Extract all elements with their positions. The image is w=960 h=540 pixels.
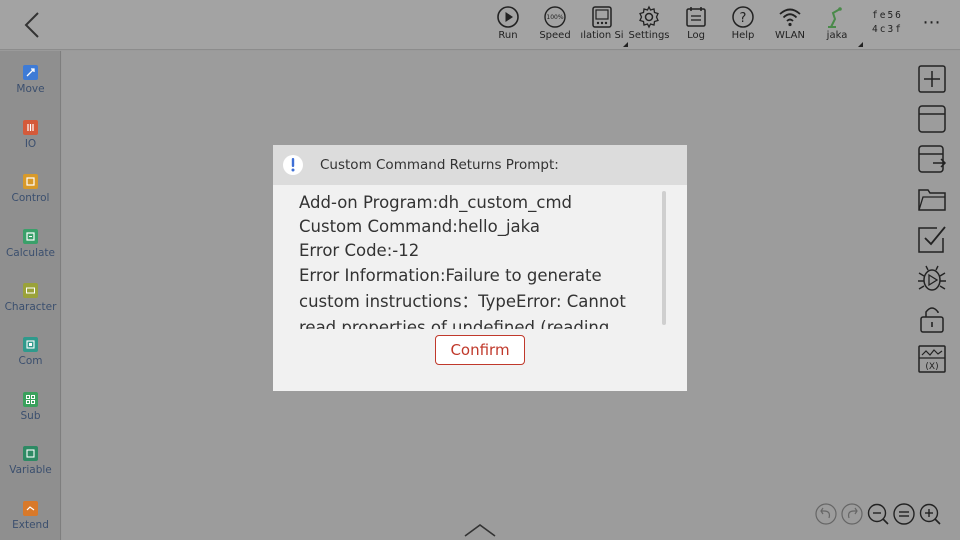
sidebar-item-character[interactable]: Character bbox=[0, 283, 61, 333]
log-icon bbox=[686, 7, 706, 27]
dialog-scrollbar[interactable] bbox=[662, 191, 666, 325]
redo-icon bbox=[841, 503, 863, 525]
svg-text:?: ? bbox=[740, 11, 747, 26]
dropdown-indicator-icon bbox=[858, 42, 863, 47]
message-line: Error Code:-12 bbox=[299, 241, 420, 260]
play-icon bbox=[497, 6, 519, 28]
sidebar-item-label: Move bbox=[16, 83, 45, 95]
lock-button[interactable] bbox=[917, 304, 947, 334]
bug-icon bbox=[918, 265, 946, 291]
custom-command-dialog: Custom Command Returns Prompt: Add-on Pr… bbox=[273, 145, 687, 391]
sidebar-item-io[interactable]: IO bbox=[0, 120, 61, 170]
zoom-reset-button[interactable] bbox=[893, 503, 915, 525]
redo-button[interactable] bbox=[841, 503, 863, 525]
sidebar-item-extend[interactable]: Extend bbox=[0, 501, 61, 540]
gear-icon bbox=[639, 5, 659, 29]
sidebar-item-control[interactable]: Control bbox=[0, 174, 61, 224]
save-as-icon bbox=[918, 145, 947, 173]
dialog-message: Add-on Program:dh_custom_cmd Custom Comm… bbox=[299, 191, 659, 329]
robot-button[interactable]: jaka bbox=[809, 5, 865, 47]
dialog-header: Custom Command Returns Prompt: bbox=[273, 145, 687, 185]
sidebar-item-label: IO bbox=[24, 138, 37, 150]
io-icon bbox=[23, 120, 38, 135]
sidebar-item-variable[interactable]: Variable bbox=[0, 446, 61, 496]
undo-button[interactable] bbox=[815, 503, 837, 525]
robot-label: jaka bbox=[826, 30, 848, 41]
open-folder-button[interactable] bbox=[917, 184, 947, 214]
wifi-icon bbox=[779, 8, 801, 27]
message-line: Add-on Program:dh_custom_cmd bbox=[299, 193, 572, 212]
check-program-button[interactable] bbox=[917, 224, 947, 254]
save-as-button[interactable] bbox=[917, 144, 947, 174]
simulation-icon bbox=[592, 6, 612, 28]
sidebar-item-label: Variable bbox=[9, 464, 52, 476]
dialog-message-area[interactable]: Add-on Program:dh_custom_cmd Custom Comm… bbox=[273, 187, 687, 329]
checkbox-icon bbox=[918, 226, 946, 253]
sidebar-item-move[interactable]: Move bbox=[0, 65, 61, 115]
chevron-left-icon bbox=[24, 12, 39, 38]
confirm-button[interactable]: Confirm bbox=[435, 335, 525, 365]
sidebar-item-label: Calculate bbox=[5, 247, 56, 259]
com-icon bbox=[23, 337, 38, 352]
extend-icon bbox=[23, 501, 38, 516]
sidebar-item-label: Sub bbox=[20, 410, 41, 422]
message-line: Custom Command:hello_jaka bbox=[299, 217, 541, 236]
sidebar-item-com[interactable]: Com bbox=[0, 337, 61, 387]
zoom-reset-icon bbox=[893, 503, 915, 525]
sidebar-item-label: Extend bbox=[12, 519, 49, 531]
more-menu-button[interactable]: ⋯ bbox=[918, 12, 946, 33]
sub-icon bbox=[23, 392, 38, 407]
zoom-in-icon bbox=[919, 503, 941, 525]
save-icon bbox=[918, 105, 946, 133]
chevron-up-icon bbox=[464, 524, 496, 537]
back-button[interactable] bbox=[18, 9, 46, 41]
robot-arm-icon bbox=[828, 7, 842, 28]
dialog-title: Custom Command Returns Prompt: bbox=[320, 157, 559, 173]
sidebar-item-label: Com bbox=[18, 355, 43, 367]
device-id: fe56 4c3f bbox=[872, 9, 903, 37]
block-category-sidebar: Move IO Control Calculate Character Com bbox=[0, 51, 61, 540]
top-toolbar: Run 100% Speed ılation Si Settings Log ?… bbox=[0, 0, 960, 50]
variable-monitor-icon: (X) bbox=[918, 345, 946, 373]
save-button[interactable] bbox=[917, 104, 947, 134]
folder-icon bbox=[918, 189, 946, 211]
device-id-line1: fe56 bbox=[872, 10, 903, 21]
sidebar-item-sub[interactable]: Sub bbox=[0, 392, 61, 442]
svg-text:(X): (X) bbox=[925, 362, 938, 372]
expand-panel-button[interactable] bbox=[463, 520, 497, 538]
message-line: Error Information:Failure to generate cu… bbox=[299, 266, 626, 329]
sidebar-item-calculate[interactable]: Calculate bbox=[0, 229, 61, 279]
variable-icon bbox=[23, 446, 38, 461]
lock-icon bbox=[920, 307, 944, 333]
sidebar-item-label: Control bbox=[11, 192, 50, 204]
control-icon bbox=[23, 174, 38, 189]
new-program-button[interactable] bbox=[917, 64, 947, 94]
sidebar-item-label: Character bbox=[4, 301, 57, 313]
variable-monitor-button[interactable]: (X) bbox=[917, 344, 947, 374]
calculate-icon bbox=[23, 229, 38, 244]
plus-icon bbox=[918, 65, 946, 93]
zoom-out-button[interactable] bbox=[867, 503, 889, 525]
svg-text:100%: 100% bbox=[546, 14, 563, 21]
zoom-out-icon bbox=[867, 503, 889, 525]
zoom-in-button[interactable] bbox=[919, 503, 941, 525]
speed-gauge-icon: 100% bbox=[544, 6, 566, 28]
character-icon bbox=[23, 283, 38, 298]
help-icon: ? bbox=[732, 6, 754, 28]
debug-button[interactable] bbox=[917, 264, 947, 294]
info-icon bbox=[283, 155, 303, 175]
move-icon bbox=[23, 65, 38, 80]
device-id-line2: 4c3f bbox=[872, 24, 903, 35]
undo-icon bbox=[815, 503, 837, 525]
